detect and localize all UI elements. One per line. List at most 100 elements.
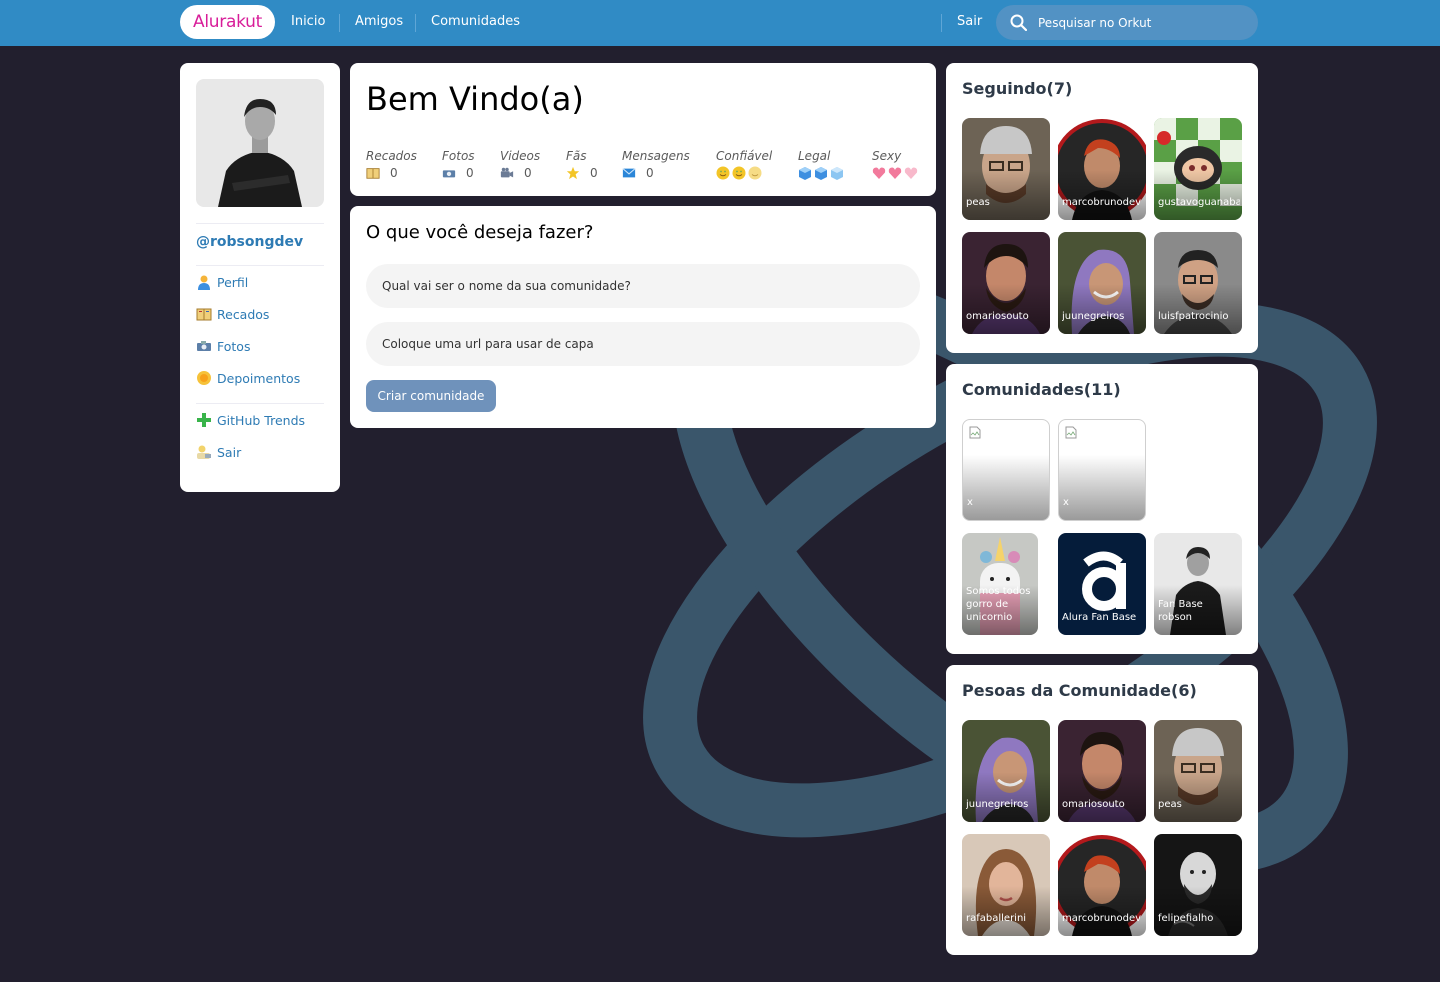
member-card[interactable]: felipefialho (1154, 834, 1242, 936)
person-name: juunegreiros (1062, 311, 1125, 322)
profile-username[interactable]: @robsongdev (196, 234, 303, 250)
sidebar-item-perfil[interactable]: Perfil (196, 274, 248, 290)
user-icon (198, 275, 210, 290)
person-name: marcobrunodev (1062, 913, 1142, 924)
person-name: felipefialho (1158, 913, 1214, 924)
stat-value: 0 (646, 166, 654, 180)
stat-mensagens: Mensagens 0 (622, 149, 690, 180)
following-card[interactable]: juunegreiros (1058, 232, 1146, 334)
rating-label: Confiável (716, 149, 773, 163)
community-members-panel: Pesoas da Comunidade(6) juunegreiros oma… (946, 665, 1258, 955)
community-card[interactable]: Alura Fan Base (1058, 533, 1146, 635)
nav-amigos[interactable]: Amigos (355, 14, 403, 29)
rating-sexy: Sexy (872, 149, 920, 180)
logout-icon (197, 445, 211, 459)
member-card[interactable]: juunegreiros (962, 720, 1050, 822)
stat-label: Mensagens (622, 149, 690, 163)
person-name: peas (1158, 799, 1182, 810)
nav-inicio[interactable]: Inicio (291, 14, 325, 29)
alurakut-logo[interactable]: Alurakut (180, 5, 275, 39)
following-title: Seguindo(7) (962, 79, 1073, 98)
sidebar-item-label: Recados (217, 306, 270, 322)
welcome-title: Bem Vindo(a) (366, 80, 584, 118)
sidebar-item-label: Fotos (217, 338, 251, 354)
sun-icon (197, 371, 211, 385)
stat-videos: Videos 0 (500, 149, 540, 180)
search-bar[interactable] (996, 5, 1258, 40)
stat-value: 0 (390, 166, 398, 180)
heart-icon (872, 167, 918, 179)
following-card[interactable]: marcobrunodev (1058, 118, 1146, 220)
form-heading: O que você deseja fazer? (366, 222, 594, 243)
broken-image-icon (969, 426, 981, 439)
stat-label: Fotos (442, 149, 475, 163)
community-name: Somos todos gorro de unicornio (966, 586, 1031, 623)
search-input[interactable] (1038, 13, 1238, 33)
stat-label: Fãs (566, 149, 587, 163)
following-card[interactable]: luisfpatrocinio (1154, 232, 1242, 334)
sidebar-item-sair[interactable]: Sair (196, 444, 241, 460)
communities-panel: Comunidades(11) x x Somos todos gorro de… (946, 364, 1258, 654)
members-title: Pesoas da Comunidade(6) (962, 681, 1197, 700)
rating-label: Sexy (872, 149, 902, 163)
community-name: Fan Base robson (1158, 599, 1203, 623)
profile-sidebar: @robsongdev Perfil Recados Fotos Depoime… (180, 63, 340, 492)
stat-label: Recados (366, 149, 417, 163)
divider (196, 223, 324, 224)
plus-icon (197, 413, 211, 427)
broken-image-icon (1065, 426, 1077, 439)
member-card[interactable]: rafaballerini (962, 834, 1050, 936)
person-name: juunegreiros (966, 799, 1029, 810)
sidebar-item-github-trends[interactable]: GitHub Trends (196, 412, 305, 428)
member-card[interactable]: peas (1154, 720, 1242, 822)
sidebar-item-recados[interactable]: Recados (196, 306, 269, 322)
following-card[interactable]: peas (962, 118, 1050, 220)
nav-divider (415, 14, 416, 32)
stat-value: 0 (524, 166, 532, 180)
nav-divider (339, 14, 340, 32)
welcome-panel: Bem Vindo(a) Recados 0 Fotos 0 Videos 0 … (350, 63, 936, 196)
member-card[interactable]: omariosouto (1058, 720, 1146, 822)
smiley-icon (716, 166, 762, 180)
camera-icon (442, 170, 456, 178)
person-name: marcobrunodev (1062, 197, 1142, 208)
create-community-button[interactable]: Criar comunidade (366, 380, 496, 412)
community-name-input[interactable] (366, 264, 920, 308)
member-card[interactable]: marcobrunodev (1058, 834, 1146, 936)
person-name: omariosouto (966, 311, 1029, 322)
following-card[interactable]: gustavoguanabara (1154, 118, 1242, 220)
envelope-icon (622, 168, 636, 178)
community-cover-url-input[interactable] (366, 322, 920, 366)
sidebar-item-fotos[interactable]: Fotos (196, 338, 250, 354)
community-name: x (967, 497, 973, 508)
rating-confiavel: Confiável (716, 149, 772, 180)
nav-comunidades[interactable]: Comunidades (431, 14, 520, 29)
person-name: rafaballerini (966, 913, 1027, 924)
person-name: gustavoguanabara (1158, 197, 1240, 208)
sidebar-item-label: GitHub Trends (217, 412, 306, 428)
divider (196, 403, 324, 404)
community-card[interactable]: Fan Base robson (1154, 533, 1242, 635)
community-card[interactable]: x (962, 419, 1050, 521)
stat-fas: Fãs 0 (566, 149, 598, 180)
sidebar-item-depoimentos[interactable]: Depoimentos (196, 370, 300, 386)
community-card[interactable]: Somos todos gorro de unicornio (962, 533, 1038, 635)
community-card[interactable]: x (1058, 419, 1146, 521)
person-name: omariosouto (1062, 799, 1125, 810)
rating-label: Legal (798, 149, 831, 163)
sidebar-item-label: Depoimentos (217, 370, 301, 386)
video-camera-icon (500, 167, 514, 178)
book-icon (366, 168, 380, 179)
camera-icon (197, 341, 211, 351)
logout-link[interactable]: Sair (957, 14, 982, 29)
communities-title: Comunidades(11) (962, 380, 1121, 399)
rating-legal: Legal (798, 149, 846, 180)
following-card[interactable]: omariosouto (962, 232, 1050, 334)
following-panel: Seguindo(7) peas marcobrunodev gustavogu… (946, 63, 1258, 353)
nav-divider (941, 14, 942, 32)
avatar[interactable] (196, 79, 324, 207)
book-icon (196, 308, 212, 321)
community-name: Alura Fan Base (1062, 612, 1137, 623)
community-name: x (1063, 497, 1069, 508)
stat-recados: Recados 0 (366, 149, 417, 180)
